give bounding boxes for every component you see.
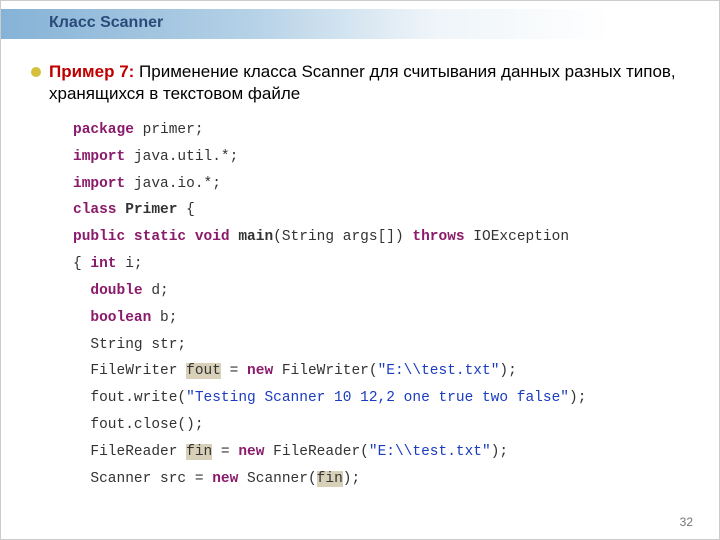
code-block: package primer; import java.util.*; impo… <box>73 117 586 492</box>
example-label: Пример 7: <box>49 62 134 81</box>
code-text: { <box>73 256 90 272</box>
code-class-name: Primer <box>125 202 177 218</box>
code-var: fout <box>186 363 221 379</box>
code-string: "E:\\test.txt" <box>378 363 500 379</box>
code-text: ); <box>343 471 360 487</box>
code-text: i; <box>117 256 143 272</box>
code-string: "E:\\test.txt" <box>369 444 491 460</box>
code-text: ); <box>569 390 586 406</box>
code-text: b; <box>151 310 177 326</box>
code-main: main <box>238 229 273 245</box>
bullet-item: Пример 7: Применение класса Scanner для … <box>31 61 689 105</box>
bullet-icon <box>31 67 41 77</box>
code-kw: import <box>73 149 125 165</box>
code-text: ); <box>499 363 516 379</box>
example-paragraph: Пример 7: Применение класса Scanner для … <box>49 61 689 105</box>
code-text: FileWriter( <box>273 363 377 379</box>
code-text: primer; <box>134 122 204 138</box>
code-kw: throws <box>412 229 464 245</box>
code-text: d; <box>143 283 169 299</box>
code-text: Scanner src = <box>90 471 212 487</box>
code-text: IOException <box>465 229 569 245</box>
code-kw: new <box>238 444 264 460</box>
slide: Класс Scanner Пример 7: Применение класс… <box>0 0 720 540</box>
code-var: fin <box>186 444 212 460</box>
code-kw: package <box>73 122 134 138</box>
code-text: Scanner( <box>238 471 316 487</box>
code-text: FileWriter <box>90 363 186 379</box>
code-text: { <box>177 202 194 218</box>
body-text: Пример 7: Применение класса Scanner для … <box>31 61 689 105</box>
code-text: (String args[]) <box>273 229 412 245</box>
slide-title: Класс Scanner <box>49 14 163 32</box>
code-kw: new <box>212 471 238 487</box>
code-text: java.io.*; <box>125 176 221 192</box>
code-text: FileReader( <box>264 444 368 460</box>
code-text: fout.write( <box>90 390 186 406</box>
code-text: String str; <box>90 337 186 353</box>
code-text: = <box>221 363 247 379</box>
code-kw: class <box>73 202 117 218</box>
code-kw: public static void <box>73 229 230 245</box>
code-text: java.util.*; <box>125 149 238 165</box>
example-description: Применение класса Scanner для считывания… <box>49 62 676 103</box>
code-kw: boolean <box>90 310 151 326</box>
code-text: FileReader <box>90 444 186 460</box>
code-text: = <box>212 444 238 460</box>
code-string: "Testing Scanner 10 12,2 one true two fa… <box>186 390 569 406</box>
code-kw: int <box>90 256 116 272</box>
code-text: ); <box>491 444 508 460</box>
page-number: 32 <box>680 515 693 529</box>
code-kw: new <box>247 363 273 379</box>
code-text: fout.close(); <box>90 417 203 433</box>
code-kw: import <box>73 176 125 192</box>
code-kw: double <box>90 283 142 299</box>
code-var: fin <box>317 471 343 487</box>
